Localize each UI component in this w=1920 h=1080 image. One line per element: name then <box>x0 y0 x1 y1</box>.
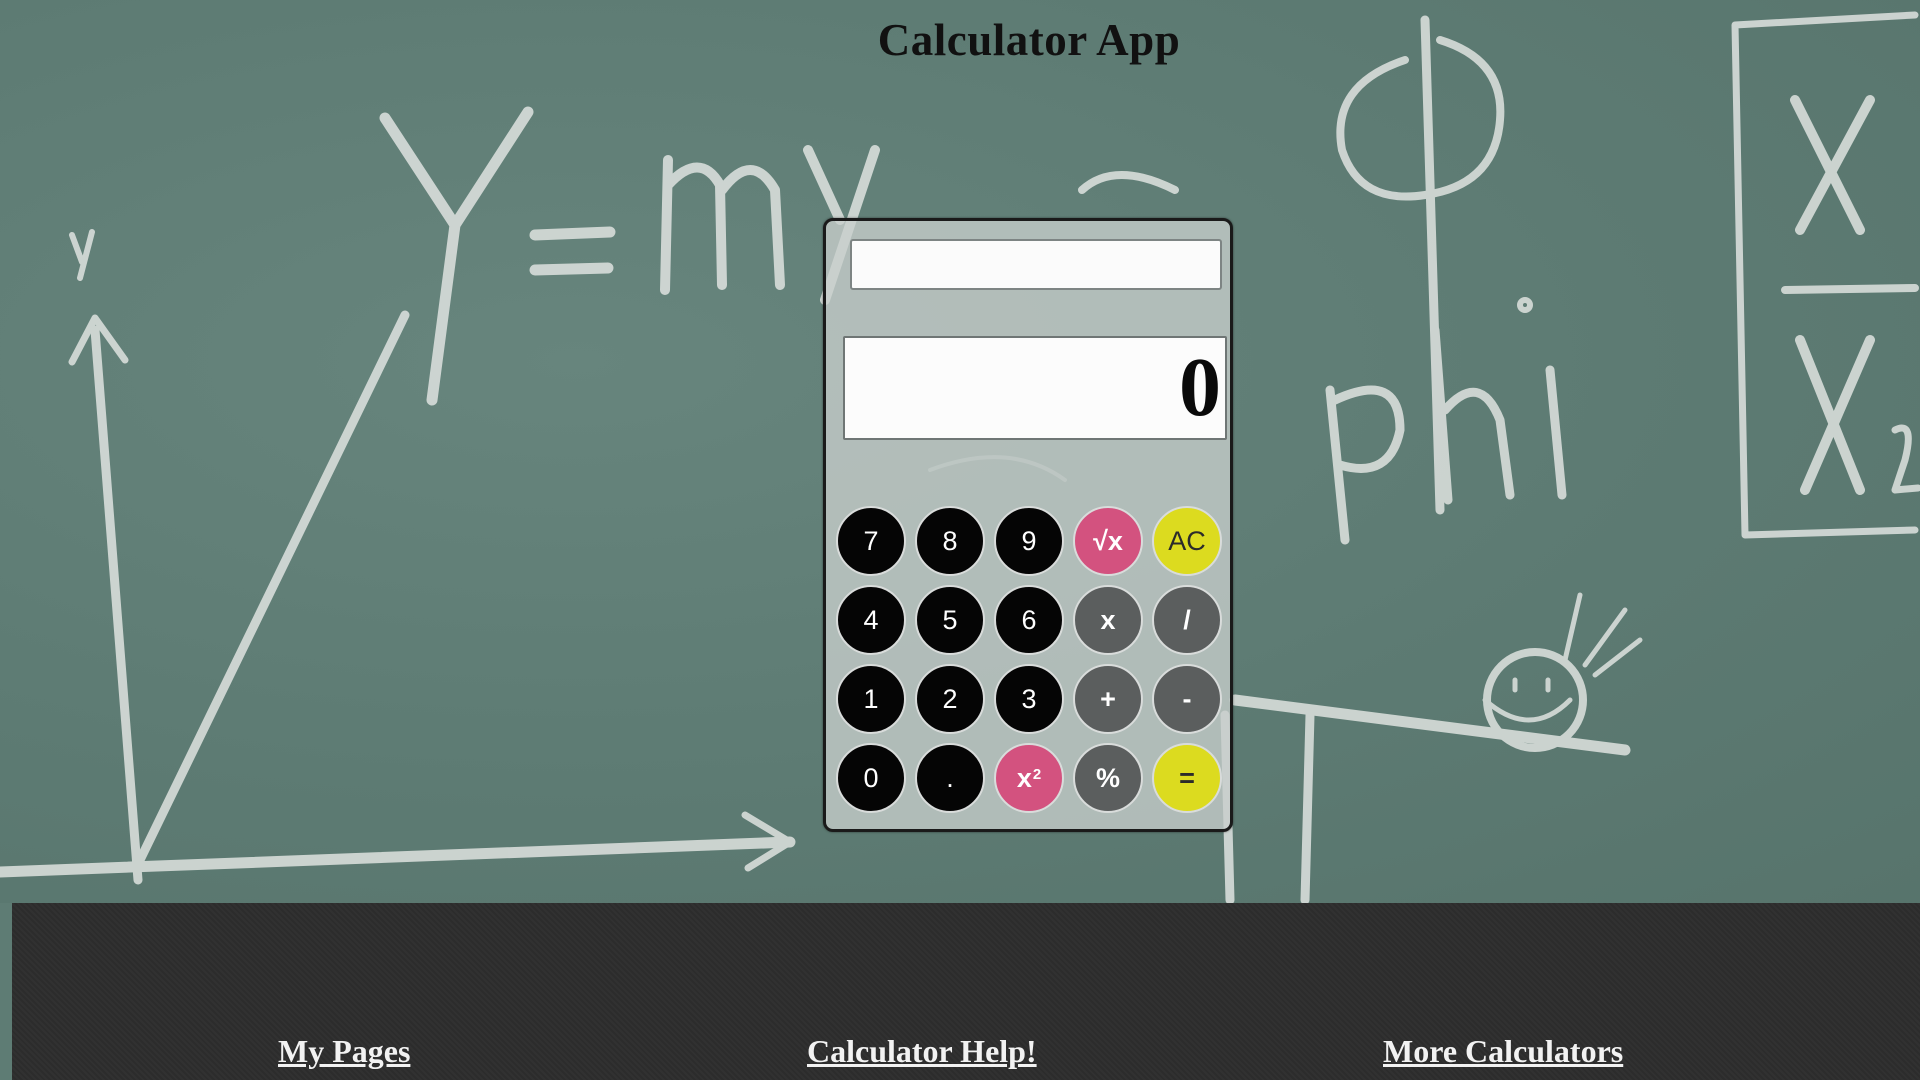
key-square-root[interactable]: √x <box>1073 506 1143 576</box>
footer: My Pages Calculator Help! More Calculato… <box>12 903 1920 1080</box>
key-divide[interactable]: / <box>1152 585 1222 655</box>
key-8[interactable]: 8 <box>915 506 985 576</box>
key-decimal[interactable]: . <box>915 743 985 813</box>
key-3[interactable]: 3 <box>994 664 1064 734</box>
key-subtract[interactable]: - <box>1152 664 1222 734</box>
key-1[interactable]: 1 <box>836 664 906 734</box>
calculator: 0 7 8 9 √x AC 4 5 6 x / 1 2 3 + - 0 . x2… <box>823 218 1233 832</box>
key-equals[interactable]: = <box>1152 743 1222 813</box>
key-5[interactable]: 5 <box>915 585 985 655</box>
key-square-base: x <box>1016 762 1032 793</box>
key-9[interactable]: 9 <box>994 506 1064 576</box>
key-square-exponent: 2 <box>1032 765 1042 783</box>
key-7[interactable]: 7 <box>836 506 906 576</box>
page-title: Calculator App <box>877 15 1181 65</box>
key-multiply[interactable]: x <box>1073 585 1143 655</box>
footer-link-calculator-help[interactable]: Calculator Help! <box>807 1033 1037 1070</box>
key-6[interactable]: 6 <box>994 585 1064 655</box>
calculator-display: 0 <box>843 336 1227 440</box>
history-input[interactable] <box>850 239 1222 290</box>
key-4[interactable]: 4 <box>836 585 906 655</box>
footer-link-my-pages[interactable]: My Pages <box>278 1033 410 1070</box>
key-percent[interactable]: % <box>1073 743 1143 813</box>
key-2[interactable]: 2 <box>915 664 985 734</box>
key-square[interactable]: x2 <box>994 743 1064 813</box>
key-add[interactable]: + <box>1073 664 1143 734</box>
footer-link-more-calculators[interactable]: More Calculators <box>1383 1033 1623 1070</box>
key-all-clear[interactable]: AC <box>1152 506 1222 576</box>
key-0[interactable]: 0 <box>836 743 906 813</box>
